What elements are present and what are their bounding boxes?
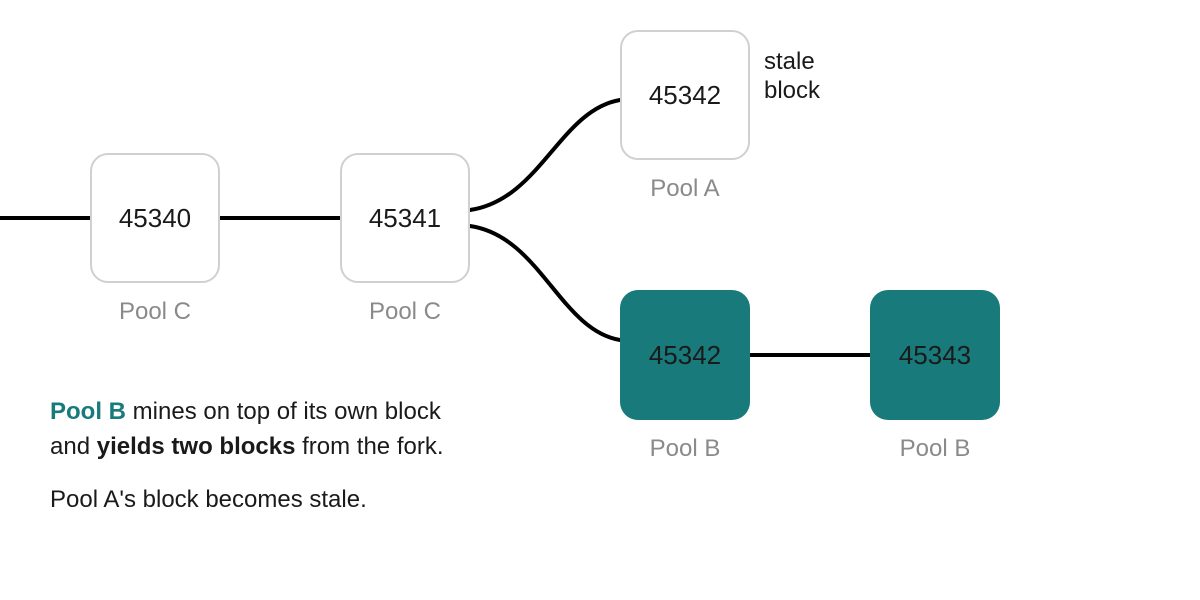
caption-seg1: mines on top of its own block	[126, 398, 441, 425]
caption-text: Pool B mines on top of its own block and…	[50, 395, 550, 517]
caption-seg3: from the fork.	[295, 433, 443, 460]
stale-block-label: stale block	[764, 48, 820, 106]
pool-label-b4: Pool B	[620, 435, 750, 463]
diagram-canvas: 45340 Pool C 45341 Pool C 45342 Pool A s…	[0, 0, 1200, 600]
block-45342-poolb: 45342	[620, 290, 750, 420]
block-height: 45343	[899, 340, 971, 371]
caption-seg2: and	[50, 433, 97, 460]
caption-bold: yields two blocks	[97, 433, 296, 460]
block-45343: 45343	[870, 290, 1000, 420]
caption-line2: Pool A's block becomes stale.	[50, 486, 367, 513]
block-height: 45342	[649, 80, 721, 111]
caption-poolb: Pool B	[50, 398, 126, 425]
block-45340: 45340	[90, 153, 220, 283]
pool-label-b2: Pool C	[340, 298, 470, 326]
block-height: 45340	[119, 203, 191, 234]
block-45342-stale: 45342	[620, 30, 750, 160]
stale-line2: block	[764, 77, 820, 104]
stale-line1: stale	[764, 48, 815, 75]
block-45341: 45341	[340, 153, 470, 283]
pool-label-b5: Pool B	[870, 435, 1000, 463]
block-height: 45341	[369, 203, 441, 234]
block-height: 45342	[649, 340, 721, 371]
pool-label-b1: Pool C	[90, 298, 220, 326]
pool-label-b3: Pool A	[620, 175, 750, 203]
